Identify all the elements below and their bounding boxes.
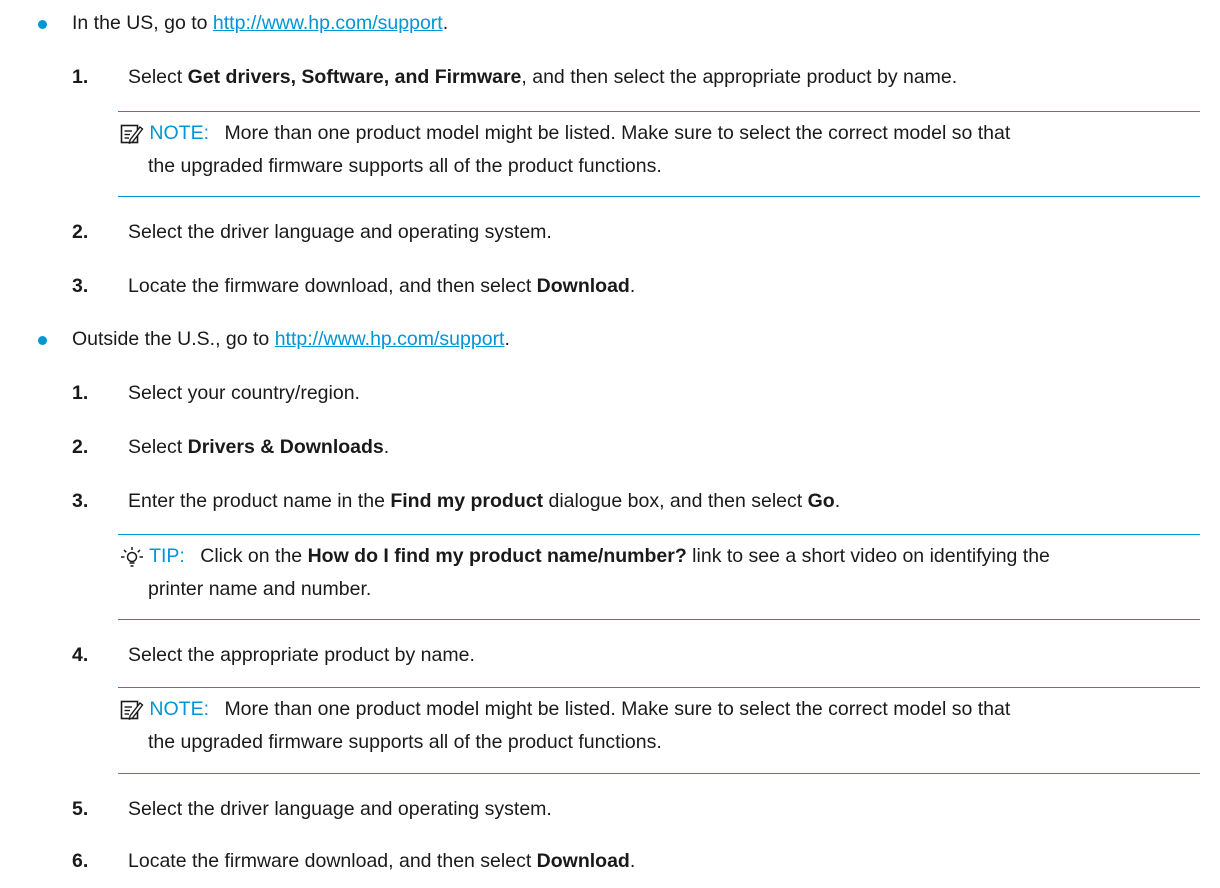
step-text: Select Drivers & Downloads. — [128, 436, 390, 458]
step-text: Enter the product name in the Find my pr… — [128, 490, 841, 512]
note-box: NOTE: More than one product model might … — [118, 687, 1200, 774]
note-text: the upgraded firmware supports all of th… — [148, 155, 662, 177]
step-number: 4. — [72, 644, 89, 666]
bullet-marker — [38, 20, 47, 29]
step-number: 2. — [72, 221, 89, 243]
step-number: 5. — [72, 798, 89, 820]
outside-intro: Outside the U.S., go to http://www.hp.co… — [72, 328, 510, 350]
step-number: 2. — [72, 436, 89, 458]
product-name-help-link: How do I find my product name/number? — [307, 545, 687, 567]
step-number: 1. — [72, 66, 89, 88]
step-text: Select the appropriate product by name. — [128, 644, 475, 666]
note-text: More than one product model might be lis… — [224, 698, 1011, 720]
step-number: 3. — [72, 275, 89, 297]
step-text: Select the driver language and operating… — [128, 221, 552, 243]
note-box: NOTE: More than one product model might … — [118, 111, 1200, 197]
lightbulb-icon — [121, 546, 143, 567]
tip-text: Click on the How do I find my product na… — [200, 545, 1050, 567]
step-text: Locate the firmware download, and then s… — [128, 275, 636, 297]
step-text: Locate the firmware download, and then s… — [128, 850, 636, 872]
note-text: More than one product model might be lis… — [224, 122, 1011, 144]
note-label: NOTE: — [149, 698, 210, 720]
hp-support-link[interactable]: http://www.hp.com/support — [275, 328, 505, 350]
step-text: Select the driver language and operating… — [128, 798, 552, 820]
step-number: 3. — [72, 490, 89, 512]
step-text: Select your country/region. — [128, 382, 360, 404]
tip-label: TIP: — [149, 545, 185, 567]
bullet-marker — [38, 336, 47, 345]
tip-text: printer name and number. — [148, 578, 372, 600]
hp-support-link[interactable]: http://www.hp.com/support — [213, 12, 443, 34]
us-intro: In the US, go to http://www.hp.com/suppo… — [72, 12, 449, 34]
step-number: 1. — [72, 382, 89, 404]
note-icon — [120, 124, 144, 144]
note-text: the upgraded firmware supports all of th… — [148, 731, 662, 753]
note-icon — [120, 700, 144, 720]
note-label: NOTE: — [149, 122, 210, 144]
tip-box: TIP: Click on the How do I find my produ… — [118, 534, 1200, 620]
step-text: Select Get drivers, Software, and Firmwa… — [128, 66, 958, 88]
step-number: 6. — [72, 850, 89, 872]
